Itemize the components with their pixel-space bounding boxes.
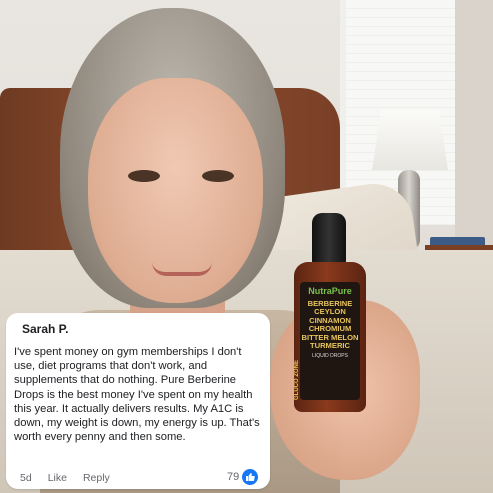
reply-button[interactable]: Reply bbox=[83, 472, 110, 484]
product-side-text: GLUCO ZONE bbox=[294, 360, 300, 400]
dropper-cap bbox=[312, 213, 346, 265]
product-brand: NutraPure bbox=[308, 286, 352, 296]
reaction-summary[interactable]: 79 bbox=[227, 469, 259, 485]
comment-author[interactable]: Sarah P. bbox=[22, 322, 68, 336]
thumbs-up-icon bbox=[242, 469, 259, 485]
like-button[interactable]: Like bbox=[48, 472, 67, 484]
wall bbox=[455, 0, 493, 260]
lamp-shade bbox=[372, 110, 448, 170]
comment-text: I've spent money on gym memberships I do… bbox=[14, 346, 260, 444]
mouth bbox=[152, 262, 212, 276]
product-subtitle: LIQUID DROPS bbox=[312, 353, 348, 360]
like-count: 79 bbox=[227, 471, 240, 483]
ingredient: TURMERIC bbox=[309, 341, 351, 351]
left-eye bbox=[128, 170, 160, 182]
ingredient-list: BERBERINE CEYLON CINNAMON CHROMIUM BITTE… bbox=[300, 299, 360, 351]
ingredient: CEYLON CINNAMON bbox=[309, 307, 351, 325]
bottle-label: NutraPure BERBERINE CEYLON CINNAMON CHRO… bbox=[300, 282, 360, 400]
comment-timestamp[interactable]: 5d bbox=[20, 472, 32, 484]
comment-actions: 5d Like Reply bbox=[20, 472, 110, 484]
right-eye bbox=[202, 170, 234, 182]
